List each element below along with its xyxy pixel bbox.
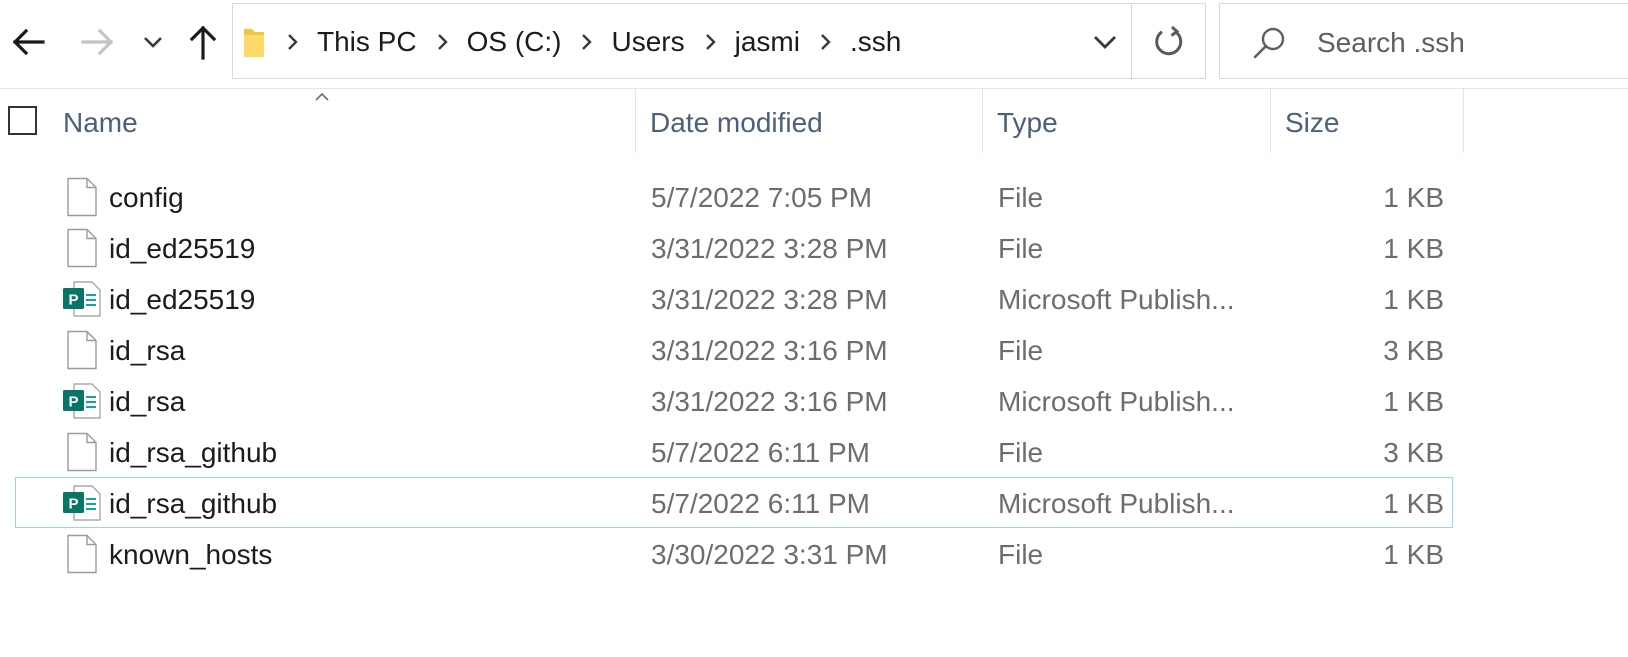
file-size: 1 KB — [1383, 284, 1444, 315]
file-date-modified: 3/31/2022 3:28 PM — [651, 233, 888, 264]
breadcrumb-jasmi[interactable]: jasmi — [729, 26, 806, 58]
generic-file-icon — [67, 228, 97, 268]
address-history-button[interactable] — [1079, 4, 1131, 80]
breadcrumb-chevron-icon[interactable] — [273, 33, 311, 51]
search-icon — [1253, 27, 1285, 59]
file-name[interactable]: id_rsa — [109, 376, 185, 425]
back-arrow-icon — [12, 28, 45, 56]
breadcrumb: This PC OS (C:) Users jasmi .ssh — [273, 4, 907, 80]
file-name[interactable]: id_rsa_github — [109, 427, 277, 476]
search-box[interactable]: Search .ssh — [1219, 3, 1628, 79]
file-name[interactable]: known_hosts — [109, 529, 272, 578]
svg-text:P: P — [68, 394, 78, 411]
column-header-size[interactable]: Size — [1285, 89, 1339, 155]
navigation-toolbar: This PC OS (C:) Users jasmi .ssh Search … — [0, 0, 1628, 88]
file-row[interactable]: id_rsa 3/31/2022 3:16 PM File 3 KB — [15, 324, 1453, 375]
column-header-date-modified[interactable]: Date modified — [650, 89, 823, 155]
folder-icon — [244, 29, 264, 57]
file-date-modified: 3/31/2022 3:28 PM — [651, 284, 888, 315]
file-type: File — [998, 182, 1044, 213]
up-button[interactable] — [186, 20, 220, 64]
select-all-checkbox[interactable] — [8, 106, 37, 135]
file-size: 1 KB — [1383, 386, 1444, 417]
refresh-button[interactable] — [1132, 4, 1206, 80]
publisher-file-icon: P — [63, 281, 101, 317]
publisher-file-icon: P — [63, 485, 101, 521]
file-row[interactable]: config 5/7/2022 7:05 PM File 1 KB — [15, 171, 1453, 222]
chevron-down-icon — [144, 37, 162, 48]
file-type: Microsoft Publish... — [998, 386, 1235, 417]
forward-arrow-icon — [81, 28, 114, 56]
column-header-type[interactable]: Type — [997, 89, 1058, 155]
publisher-file-icon: P — [63, 383, 101, 419]
column-divider[interactable] — [635, 89, 636, 153]
file-name[interactable]: id_ed25519 — [109, 223, 255, 272]
search-input[interactable]: Search .ssh — [1317, 4, 1465, 80]
file-row[interactable]: P id_ed25519 3/31/2022 3:28 PM Microsoft… — [15, 273, 1453, 324]
file-type: Microsoft Publish... — [998, 284, 1235, 315]
column-header-name[interactable]: Name — [63, 89, 138, 155]
column-header-row: Name Date modified Type Size — [0, 89, 1628, 155]
address-bar[interactable]: This PC OS (C:) Users jasmi .ssh — [232, 3, 1206, 80]
breadcrumb-users[interactable]: Users — [605, 26, 690, 58]
up-arrow-icon — [189, 25, 217, 60]
chevron-down-icon — [1094, 36, 1116, 49]
file-row[interactable]: id_rsa_github 5/7/2022 6:11 PM File 3 KB — [15, 426, 1453, 477]
back-button[interactable] — [8, 20, 48, 64]
file-name[interactable]: id_rsa_github — [109, 478, 277, 527]
breadcrumb-chevron-icon[interactable] — [567, 33, 605, 51]
generic-file-icon — [67, 432, 97, 472]
file-date-modified: 3/31/2022 3:16 PM — [651, 386, 888, 417]
file-row[interactable]: id_ed25519 3/31/2022 3:28 PM File 1 KB — [15, 222, 1453, 273]
column-divider[interactable] — [1270, 89, 1271, 153]
file-name[interactable]: config — [109, 172, 184, 221]
breadcrumb-ssh[interactable]: .ssh — [844, 26, 907, 58]
file-row[interactable]: known_hosts 3/30/2022 3:31 PM File 1 KB — [15, 528, 1453, 579]
sort-ascending-icon — [315, 92, 329, 101]
file-date-modified: 3/30/2022 3:31 PM — [651, 539, 888, 570]
file-date-modified: 3/31/2022 3:16 PM — [651, 335, 888, 366]
file-type: File — [998, 233, 1044, 264]
file-row[interactable]: P id_rsa 3/31/2022 3:16 PM Microsoft Pub… — [15, 375, 1453, 426]
recent-locations-button[interactable] — [138, 20, 168, 64]
file-type: File — [998, 335, 1044, 366]
breadcrumb-chevron-icon[interactable] — [691, 33, 729, 51]
file-type: File — [998, 437, 1044, 468]
file-name[interactable]: id_rsa — [109, 325, 185, 374]
file-size: 1 KB — [1383, 233, 1444, 264]
file-size: 1 KB — [1383, 539, 1444, 570]
svg-text:P: P — [68, 292, 78, 309]
breadcrumb-this-pc[interactable]: This PC — [311, 26, 423, 58]
forward-button[interactable] — [78, 20, 118, 64]
file-size: 1 KB — [1383, 488, 1444, 519]
generic-file-icon — [67, 330, 97, 370]
file-date-modified: 5/7/2022 7:05 PM — [651, 182, 873, 213]
generic-file-icon — [67, 534, 97, 574]
file-date-modified: 5/7/2022 6:11 PM — [651, 488, 870, 519]
breadcrumb-chevron-icon[interactable] — [423, 33, 461, 51]
file-size: 3 KB — [1383, 335, 1444, 366]
file-row-focused[interactable]: P id_rsa_github 5/7/2022 6:11 PM Microso… — [15, 477, 1453, 528]
svg-text:P: P — [68, 496, 78, 513]
file-type: Microsoft Publish... — [998, 488, 1235, 519]
breadcrumb-os-drive[interactable]: OS (C:) — [461, 26, 568, 58]
column-divider[interactable] — [1463, 89, 1464, 153]
file-name[interactable]: id_ed25519 — [109, 274, 255, 323]
file-type: File — [998, 539, 1044, 570]
file-date-modified: 5/7/2022 6:11 PM — [651, 437, 870, 468]
refresh-icon — [1155, 25, 1183, 56]
breadcrumb-chevron-icon[interactable] — [806, 33, 844, 51]
file-size: 3 KB — [1383, 437, 1444, 468]
column-divider[interactable] — [982, 89, 983, 153]
file-size: 1 KB — [1383, 182, 1444, 213]
generic-file-icon — [67, 177, 97, 217]
